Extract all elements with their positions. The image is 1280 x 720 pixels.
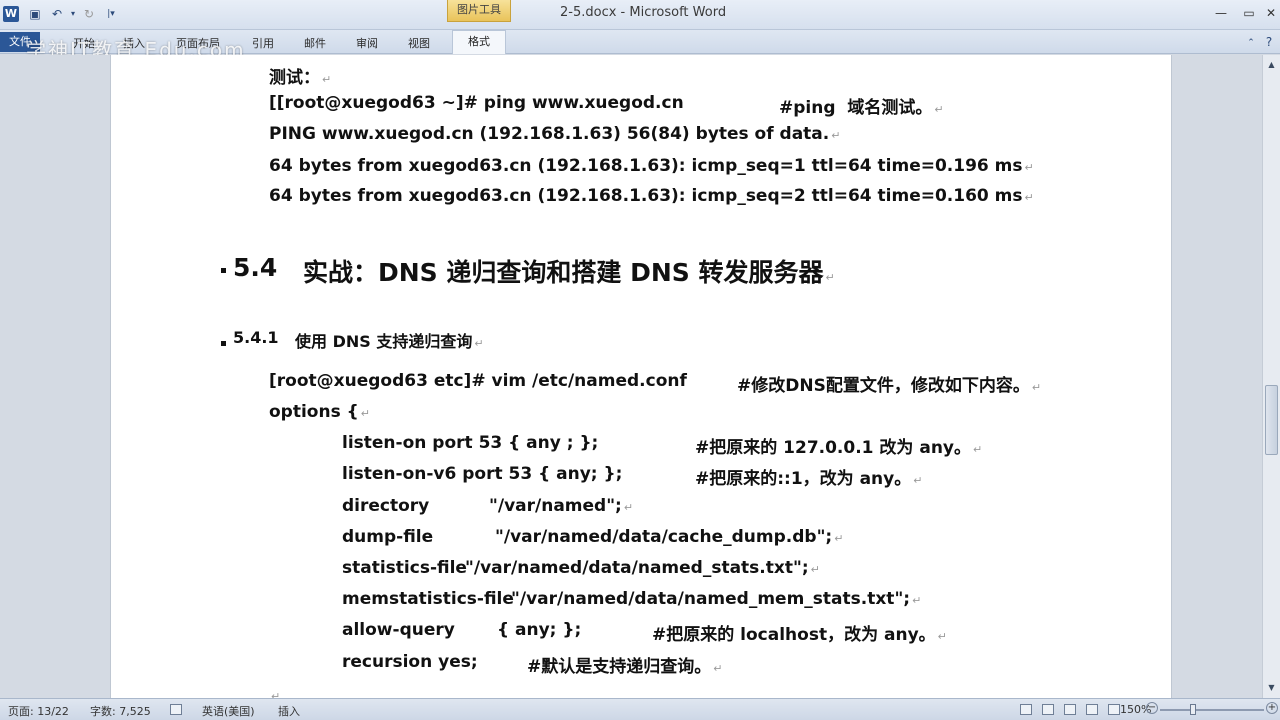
empty-paragraph-mark: ↵: [271, 690, 281, 698]
config-key: listen-on-v6 port 53 { any; };: [342, 464, 623, 484]
draft-view-icon[interactable]: [1108, 704, 1120, 715]
insert-mode-indicator[interactable]: 插入: [278, 703, 300, 719]
doc-line: 测试： ↵: [269, 68, 332, 88]
config-key: directory: [342, 496, 430, 516]
full-screen-view-icon[interactable]: [1042, 704, 1054, 715]
doc-line: PING www.xuegod.cn (192.168.1.63) 56(84)…: [269, 124, 841, 144]
title-bar: W ▣ ↶ ▾ ↻ |▾ 图片工具 2-5.docx - Microsoft W…: [0, 0, 1280, 30]
heading-bullet: [221, 268, 226, 273]
config-value: { any; };: [497, 620, 582, 640]
config-key: listen-on port 53 { any ; };: [342, 433, 599, 453]
document-page[interactable]: 测试： ↵ [[root@xuegod63 ~]# ping www.xuegod…: [110, 55, 1172, 698]
language-indicator[interactable]: 英语(美国): [202, 703, 255, 719]
config-value: "/var/named/data/named_stats.txt"; ↵: [465, 558, 820, 578]
doc-line: 64 bytes from xuegod63.cn (192.168.1.63)…: [269, 156, 1034, 176]
heading-3-number: 5.4.1: [233, 328, 279, 347]
config-key: allow-query: [342, 620, 455, 640]
heading-2: 实战：DNS 递归查询和搭建 DNS 转发服务器 ↵: [303, 258, 835, 287]
heading-bullet: [221, 341, 226, 346]
collapse-ribbon-icon[interactable]: ⌃: [1244, 36, 1258, 50]
doc-line-comment: #修改DNS配置文件，修改如下内容。 ↵: [737, 376, 1042, 396]
zoom-slider[interactable]: [1160, 709, 1264, 711]
config-key: memstatistics-file: [342, 589, 514, 609]
redo-icon[interactable]: ↻: [82, 7, 96, 21]
save-icon[interactable]: ▣: [28, 7, 42, 21]
tab-format[interactable]: 格式: [452, 30, 506, 54]
config-comment: #默认是支持递归查询。 ↵: [527, 657, 723, 677]
scroll-thumb[interactable]: [1265, 385, 1278, 455]
minimize-icon[interactable]: —: [1212, 6, 1230, 20]
status-bar: 页面: 13/22 字数: 7,525 英语(美国) 插入 150% − +: [0, 698, 1280, 720]
heading-3: 使用 DNS 支持递归查询 ↵: [295, 332, 484, 351]
doc-line-comment: #ping 域名测试。 ↵: [779, 98, 944, 118]
outline-view-icon[interactable]: [1086, 704, 1098, 715]
zoom-in-icon[interactable]: +: [1266, 702, 1278, 714]
print-layout-view-icon[interactable]: [1020, 704, 1032, 715]
window-title: 2-5.docx - Microsoft Word: [560, 5, 727, 20]
doc-line: [root@xuegod63 etc]# vim /etc/named.conf: [269, 371, 687, 391]
config-comment: #把原来的::1，改为 any。 ↵: [695, 469, 923, 489]
proofing-icon[interactable]: [170, 704, 182, 715]
undo-dropdown-icon[interactable]: ▾: [66, 7, 80, 21]
maximize-icon[interactable]: ▭: [1240, 6, 1258, 20]
customize-quick-access-icon[interactable]: |▾: [104, 7, 118, 21]
scroll-up-icon[interactable]: ▲: [1264, 57, 1279, 73]
config-value: "/var/named"; ↵: [489, 496, 634, 516]
close-icon[interactable]: ✕: [1262, 6, 1280, 20]
help-icon[interactable]: ?: [1262, 35, 1276, 49]
word-count[interactable]: 字数: 7,525: [90, 703, 151, 719]
config-key: dump-file: [342, 527, 434, 547]
doc-line: 64 bytes from xuegod63.cn (192.168.1.63)…: [269, 186, 1034, 206]
config-key: recursion yes;: [342, 652, 478, 672]
zoom-slider-handle[interactable]: [1190, 704, 1196, 715]
document-area[interactable]: 测试： ↵ [[root@xuegod63 ~]# ping www.xuegod…: [0, 55, 1262, 698]
doc-line: options {↵: [269, 402, 370, 422]
config-key: statistics-file: [342, 558, 467, 578]
config-comment: #把原来的 localhost，改为 any。 ↵: [652, 625, 947, 645]
tab-review[interactable]: 审阅: [356, 35, 378, 51]
tab-references[interactable]: 引用: [252, 35, 274, 51]
tab-view[interactable]: 视图: [408, 35, 430, 51]
vertical-scrollbar[interactable]: ▲ ▼: [1262, 55, 1280, 698]
zoom-out-icon[interactable]: −: [1146, 702, 1158, 714]
config-comment: #把原来的 127.0.0.1 改为 any。 ↵: [695, 438, 983, 458]
doc-line: [[root@xuegod63 ~]# ping www.xuegod.cn: [269, 93, 684, 113]
tab-mailings[interactable]: 邮件: [304, 35, 326, 51]
word-app-icon[interactable]: W: [3, 6, 19, 22]
page-count[interactable]: 页面: 13/22: [8, 703, 69, 719]
picture-tools-group-label: 图片工具: [447, 0, 511, 22]
config-value: "/var/named/data/named_mem_stats.txt"; ↵: [511, 589, 922, 609]
heading-2-number: 5.4: [233, 253, 278, 282]
scroll-down-icon[interactable]: ▼: [1264, 680, 1279, 696]
web-layout-view-icon[interactable]: [1064, 704, 1076, 715]
config-value: "/var/named/data/cache_dump.db"; ↵: [495, 527, 844, 547]
undo-icon[interactable]: ↶: [50, 7, 64, 21]
